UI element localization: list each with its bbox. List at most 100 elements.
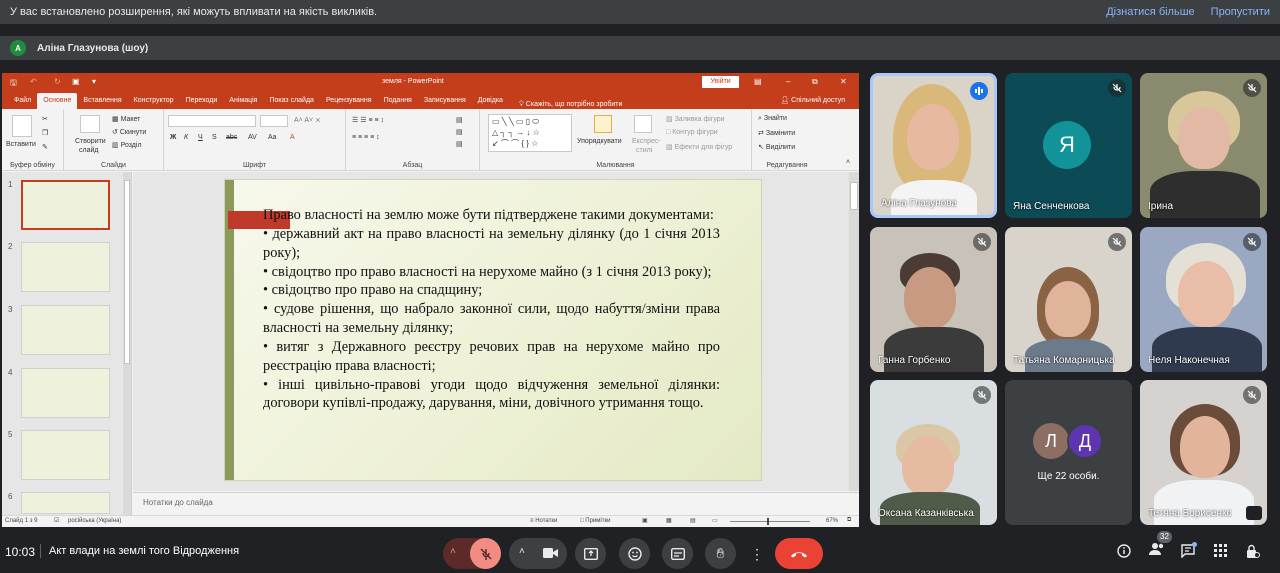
- slide-text-box[interactable]: Право власності на землю може бути підтв…: [263, 206, 720, 413]
- camera-toggle-button[interactable]: ˄: [509, 538, 567, 569]
- maximize-icon[interactable]: ⧉: [812, 77, 818, 87]
- shape-effects-button[interactable]: ▧ Ефекти для фігур: [666, 143, 732, 151]
- shape-outline-button[interactable]: □ Контур фігури: [666, 129, 718, 136]
- font-color-icon[interactable]: A: [290, 134, 295, 141]
- share-button[interactable]: 👤︎ Спільний доступ: [780, 96, 845, 104]
- tab-help[interactable]: Довідка: [472, 93, 509, 109]
- align-text-icon[interactable]: ▤: [456, 128, 463, 136]
- underline-icon[interactable]: Ч: [198, 134, 203, 141]
- more-participants-tile[interactable]: Л Д Ще 22 особи.: [1005, 380, 1132, 525]
- slide-thumbnail-4[interactable]: [21, 368, 110, 418]
- smartart-icon[interactable]: ▤: [456, 140, 463, 148]
- spacing-icon[interactable]: AV: [248, 134, 257, 141]
- chevron-up-icon[interactable]: ˄: [450, 546, 456, 557]
- shadow-icon[interactable]: S: [212, 134, 217, 141]
- mic-toggle-button[interactable]: ˄: [443, 538, 501, 569]
- arrange-button[interactable]: Упорядкувати: [577, 138, 622, 145]
- paste-icon[interactable]: [12, 115, 32, 137]
- sorter-view-icon[interactable]: ▦: [666, 517, 672, 524]
- select-button[interactable]: ↖ Виділити: [758, 143, 795, 151]
- comments-toggle[interactable]: □ Примітки: [580, 518, 610, 524]
- italic-icon[interactable]: К: [184, 134, 188, 141]
- font-size-dropdown[interactable]: [260, 115, 288, 127]
- strikethrough-icon[interactable]: abc: [226, 134, 237, 141]
- close-icon[interactable]: ✕: [840, 77, 847, 86]
- slide-thumbnail-3[interactable]: [21, 305, 110, 355]
- reset-button[interactable]: ↺ Скинути: [112, 128, 146, 136]
- tab-animations[interactable]: Анімація: [223, 93, 263, 109]
- slide-scroll-thumb[interactable]: [850, 182, 858, 210]
- tab-recording[interactable]: Записування: [418, 93, 472, 109]
- tab-transitions[interactable]: Переходи: [180, 93, 224, 109]
- copy-icon[interactable]: ❐: [42, 129, 48, 137]
- language-indicator[interactable]: російська (Україна): [68, 518, 121, 524]
- replace-button[interactable]: ⇄ Замінити: [758, 129, 795, 137]
- shape-fill-button[interactable]: ▨ Заливка фігури: [666, 115, 725, 123]
- participant-tile[interactable]: Оксана Казанківська: [870, 380, 997, 525]
- quick-styles-label-2[interactable]: стилі: [636, 147, 652, 154]
- participant-tile[interactable]: Татьяна Комарницька: [1005, 227, 1132, 372]
- signin-button[interactable]: Увійти: [702, 76, 739, 88]
- undo-icon[interactable]: ↶: [30, 77, 37, 86]
- tab-slideshow[interactable]: Показ слайда: [263, 93, 319, 109]
- present-button[interactable]: [575, 538, 606, 569]
- new-slide-label-1[interactable]: Створити: [75, 138, 106, 145]
- people-button[interactable]: 32: [1149, 531, 1172, 560]
- tab-view[interactable]: Подання: [378, 93, 418, 109]
- current-slide[interactable]: Право власності на землю може бути підтв…: [224, 179, 762, 481]
- participant-tile[interactable]: Неля Наконечная: [1140, 227, 1267, 372]
- paste-button[interactable]: Вставити: [6, 141, 36, 148]
- slide-thumbnail-6[interactable]: [21, 492, 110, 514]
- font-name-dropdown[interactable]: [168, 115, 256, 127]
- layout-button[interactable]: ▦ Макет: [112, 115, 140, 123]
- slide-thumbnail-2[interactable]: [21, 242, 110, 292]
- slideshow-view-icon[interactable]: ▭: [712, 517, 718, 524]
- activities-icon[interactable]: [1214, 544, 1227, 557]
- host-controls-lock-icon[interactable]: [1246, 544, 1260, 559]
- participant-tile[interactable]: Ганна Горбенко: [870, 227, 997, 372]
- bullets-icon[interactable]: ☰ ☰ ≡ ≡ ↕: [352, 116, 384, 124]
- mic-off-icon[interactable]: [470, 538, 501, 569]
- zoom-slider-thumb[interactable]: [767, 518, 769, 525]
- tab-review[interactable]: Рецензування: [320, 93, 378, 109]
- tab-design[interactable]: Конструктор: [128, 93, 180, 109]
- raise-hand-button[interactable]: ✋︎: [705, 538, 736, 569]
- reactions-button[interactable]: [619, 538, 650, 569]
- chevron-up-icon[interactable]: ˄: [519, 546, 525, 557]
- captions-button[interactable]: [662, 538, 693, 569]
- quick-styles-icon[interactable]: [634, 115, 652, 133]
- tab-insert[interactable]: Вставлення: [77, 93, 127, 109]
- participant-tile[interactable]: Аліна Глазунова: [870, 73, 997, 218]
- slide-scrollbar[interactable]: [849, 172, 859, 491]
- skip-link[interactable]: Пропустити: [1211, 6, 1270, 18]
- text-direction-icon[interactable]: ▤: [456, 116, 463, 124]
- new-slide-label-2[interactable]: слайд: [79, 147, 98, 154]
- spellcheck-icon[interactable]: ☑: [54, 517, 59, 524]
- new-slide-icon[interactable]: [80, 115, 100, 133]
- notes-toggle[interactable]: ≡ Нотатки: [530, 518, 557, 524]
- collapse-ribbon-icon[interactable]: ˄: [846, 159, 850, 166]
- learn-more-link[interactable]: Дізнатися більше: [1106, 6, 1194, 18]
- notes-pane[interactable]: Нотатки до слайда: [133, 492, 859, 514]
- redo-icon[interactable]: ↻: [54, 77, 61, 86]
- cut-icon[interactable]: ✂: [42, 115, 48, 123]
- zoom-level[interactable]: 67%: [826, 518, 838, 524]
- normal-view-icon[interactable]: ▣: [642, 517, 648, 524]
- pip-icon[interactable]: [1246, 506, 1262, 520]
- participant-tile[interactable]: Я Яна Сенченкова: [1005, 73, 1132, 218]
- arrange-icon[interactable]: [594, 115, 612, 133]
- tab-file[interactable]: Файл: [8, 93, 37, 109]
- section-button[interactable]: ▥ Розділ: [112, 141, 142, 149]
- participant-tile[interactable]: Тетяна Борисенко: [1140, 380, 1267, 525]
- present-icon[interactable]: ▣: [72, 77, 80, 86]
- slide-thumbnail-5[interactable]: [21, 430, 110, 480]
- info-icon[interactable]: [1117, 544, 1131, 558]
- zoom-slider[interactable]: [730, 521, 810, 522]
- minimize-icon[interactable]: –: [786, 77, 790, 86]
- slide-thumbnail-1[interactable]: [21, 180, 110, 230]
- ribbon-display-icon[interactable]: ▤: [754, 77, 762, 86]
- format-painter-icon[interactable]: ✎: [42, 143, 48, 151]
- reading-view-icon[interactable]: ▤: [690, 517, 696, 524]
- align-icon[interactable]: ≡ ≡ ≡ ≡ ↕: [352, 134, 380, 141]
- quick-styles-label-1[interactable]: Експрес-: [632, 138, 661, 145]
